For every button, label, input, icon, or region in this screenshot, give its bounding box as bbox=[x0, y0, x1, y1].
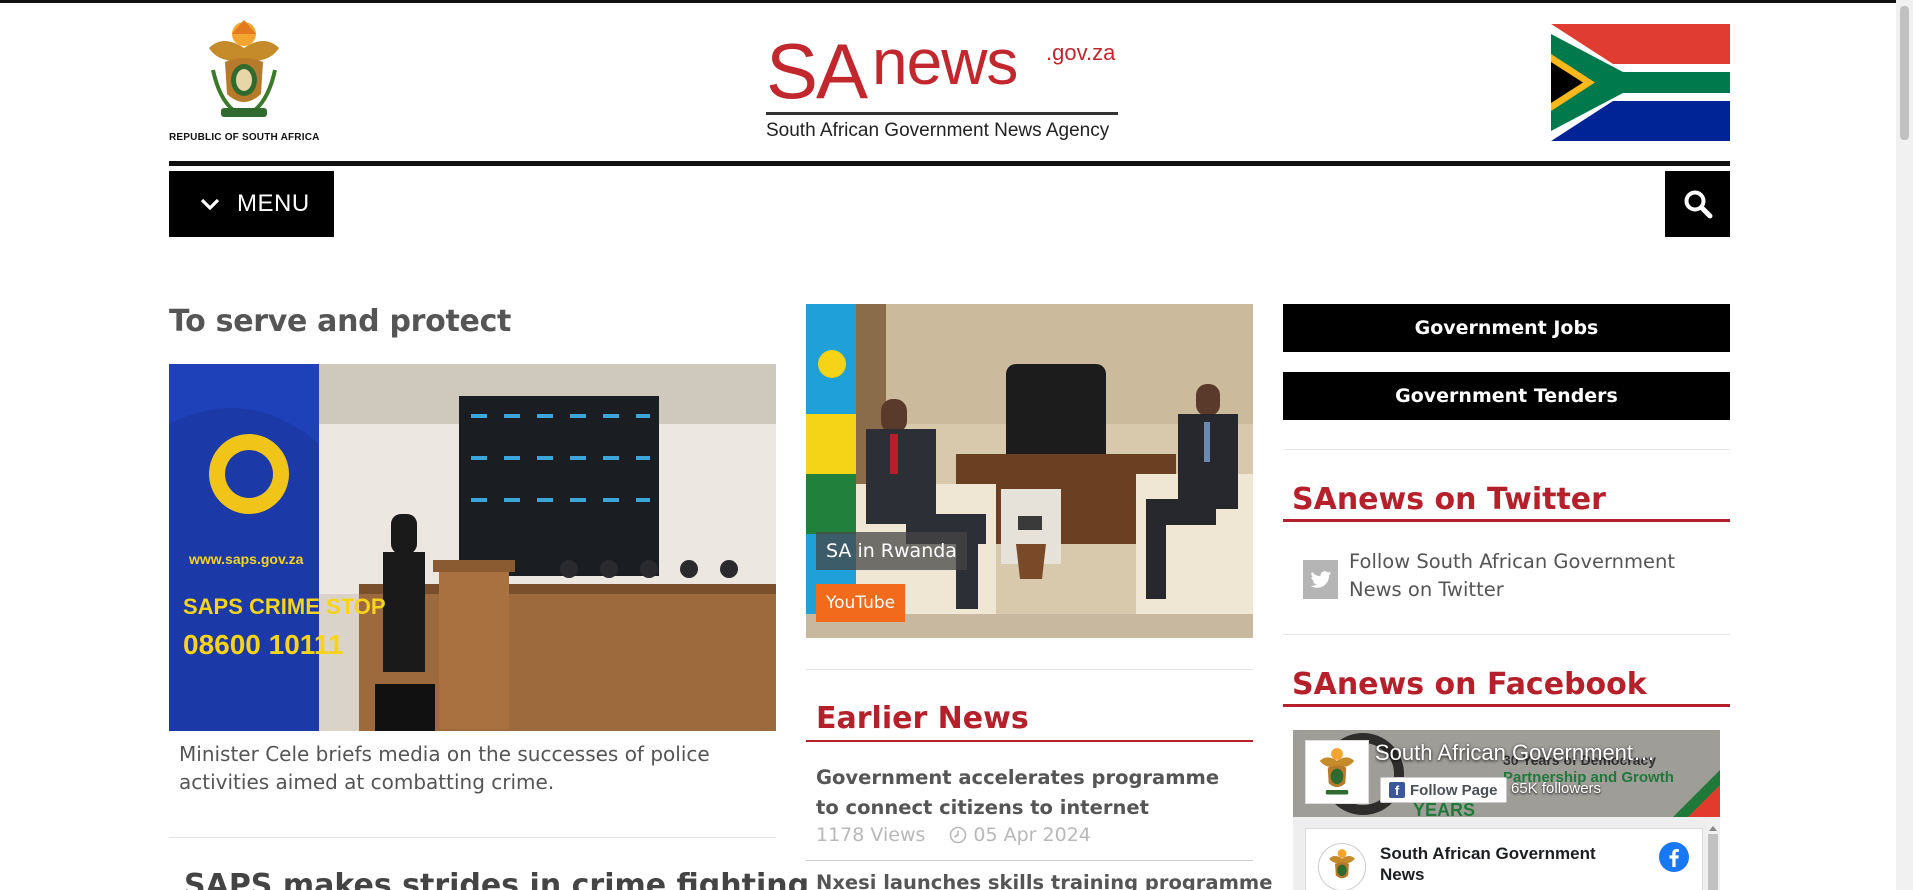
brand-news: news bbox=[872, 26, 1018, 98]
header-divider bbox=[169, 161, 1730, 166]
brand-rule bbox=[766, 112, 1118, 115]
brand-sa: SA bbox=[766, 27, 868, 115]
news-item-title[interactable]: Government accelerates programme to conn… bbox=[816, 763, 1246, 823]
clock-icon bbox=[950, 826, 967, 844]
menu-button[interactable]: MENU bbox=[169, 171, 334, 237]
earlier-news-rule bbox=[806, 740, 1253, 742]
page-scroll-thumb[interactable] bbox=[1900, 6, 1909, 140]
country-label: REPUBLIC OF SOUTH AFRICA bbox=[169, 132, 320, 143]
menu-label: MENU bbox=[237, 190, 310, 217]
facebook-heading-rule bbox=[1283, 704, 1730, 707]
brand-tagline: South African Government News Agency bbox=[766, 120, 1110, 141]
facebook-follow-button[interactable]: f Follow Page bbox=[1380, 777, 1507, 803]
youtube-label[interactable]: YouTube bbox=[816, 584, 906, 622]
facebook-followers: 65K followers bbox=[1511, 780, 1602, 797]
south-africa-flag bbox=[1551, 24, 1730, 141]
post-avatar bbox=[1318, 843, 1366, 890]
news-item-title[interactable]: Nxesi launches skills training programme bbox=[816, 871, 1272, 890]
search-icon bbox=[1684, 190, 1712, 219]
facebook-page-logo[interactable] bbox=[1305, 740, 1369, 804]
left-divider bbox=[169, 837, 776, 838]
facebook-widget-scrollbar[interactable] bbox=[1706, 820, 1720, 890]
twitter-heading: SAnews on Twitter bbox=[1292, 482, 1606, 517]
follow-label: Follow Page bbox=[1410, 781, 1498, 799]
banner-url: www.saps.gov.za bbox=[188, 551, 304, 567]
government-tenders-button[interactable]: Government Tenders bbox=[1283, 372, 1730, 420]
facebook-page-name[interactable]: South African Government… bbox=[1375, 740, 1695, 766]
sidebar-divider bbox=[1283, 634, 1730, 635]
press-briefing-photo: www.saps.gov.za SAPS CRIME STOP 08600 10… bbox=[169, 364, 776, 731]
news-item-meta: 1178 Views 05 Apr 2024 bbox=[816, 824, 1091, 846]
news-divider bbox=[806, 860, 1253, 861]
news-item-date: 05 Apr 2024 bbox=[973, 824, 1091, 846]
twitter-heading-rule bbox=[1283, 519, 1730, 522]
twitter-bird-icon bbox=[1310, 570, 1331, 588]
featured-video[interactable]: SA in Rwanda YouTube bbox=[806, 304, 1253, 638]
facebook-heading: SAnews on Facebook bbox=[1292, 667, 1647, 702]
featured-caption: SA in Rwanda bbox=[816, 532, 967, 570]
post-page-name[interactable]: South African Government News bbox=[1380, 843, 1630, 885]
sidebar-divider bbox=[1283, 449, 1730, 450]
coat-of-arms-icon bbox=[1329, 849, 1355, 879]
lead-story-title[interactable]: To serve and protect bbox=[169, 304, 511, 339]
facebook-widget[interactable]: 30 Years of Democracy Partnership and Gr… bbox=[1293, 730, 1720, 890]
news-item-views: 1178 Views bbox=[816, 824, 926, 846]
middle-divider bbox=[806, 669, 1253, 670]
twitter-icon[interactable] bbox=[1303, 560, 1338, 599]
search-button[interactable] bbox=[1665, 171, 1730, 237]
chevron-down-icon bbox=[200, 198, 220, 211]
twitter-follow-link[interactable]: Follow South African Government News on … bbox=[1349, 548, 1724, 604]
coat-of-arms-icon bbox=[209, 20, 279, 117]
lead-story-image[interactable]: www.saps.gov.za SAPS CRIME STOP 08600 10… bbox=[169, 364, 776, 731]
banner-number: 08600 10111 bbox=[183, 629, 343, 660]
lead-story-caption: Minister Cele briefs media on the succes… bbox=[179, 742, 710, 794]
top-border bbox=[0, 0, 1913, 3]
page-scrollbar[interactable] bbox=[1896, 0, 1913, 890]
earlier-news-heading: Earlier News bbox=[816, 701, 1029, 736]
sanews-logo[interactable]: SA news .gov.za South African Government… bbox=[766, 28, 1118, 146]
facebook-icon[interactable] bbox=[1658, 841, 1690, 873]
facebook-f-icon: f bbox=[1389, 782, 1405, 798]
banner-crimestop: SAPS CRIME STOP bbox=[183, 594, 386, 619]
coat-of-arms-icon bbox=[1319, 748, 1355, 795]
coat-of-arms-logo[interactable]: REPUBLIC OF SOUTH AFRICA bbox=[169, 18, 321, 148]
government-jobs-button[interactable]: Government Jobs bbox=[1283, 304, 1730, 352]
brand-domain: .gov.za bbox=[1046, 40, 1116, 65]
facebook-post[interactable]: South African Government News bbox=[1305, 828, 1703, 890]
second-story-title[interactable]: SAPS makes strides in crime fighting bbox=[184, 868, 809, 890]
facebook-widget-scroll-thumb[interactable] bbox=[1708, 834, 1718, 890]
